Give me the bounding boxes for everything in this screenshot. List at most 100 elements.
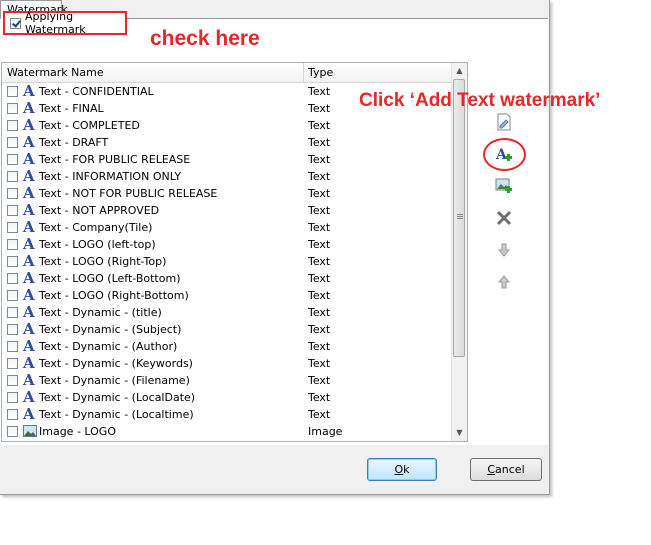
text-icon: A [23,82,35,100]
vertical-scrollbar[interactable]: ▲ ▼ [451,63,467,441]
list-item[interactable]: A Text - Dynamic - (Keywords) Text [2,355,451,372]
row-type: Text [308,102,331,115]
list-item[interactable]: A Text - Dynamic - (Localtime) Text [2,406,451,423]
row-type: Text [308,204,331,217]
row-checkbox[interactable] [7,222,18,233]
text-icon: A [23,286,35,304]
row-name: Text - Dynamic - (title) [39,306,162,319]
row-name: Text - Dynamic - (Keywords) [39,357,193,370]
list-item[interactable]: A Text - Company(Tile) Text [2,219,451,236]
add-image-watermark-button[interactable] [494,176,514,196]
text-icon: A [23,269,35,287]
row-checkbox[interactable] [7,307,18,318]
row-name: Text - LOGO (left-top) [39,238,156,251]
list-header: Watermark Name Type [2,63,451,83]
row-name: Text - DRAFT [39,136,109,149]
row-type: Text [308,170,331,183]
text-icon: A [23,405,35,423]
row-name: Text - CONFIDENTIAL [39,85,154,98]
ok-button[interactable]: Ok [367,458,437,481]
annotation-click-add-text: Click ‘Add Text watermark’ [359,90,601,111]
list-item[interactable]: A Text - LOGO (Left-Bottom) Text [2,270,451,287]
scroll-up-arrow-icon[interactable]: ▲ [452,63,467,78]
row-type: Text [308,306,331,319]
list-item[interactable]: A Text - Dynamic - (LocalDate) Text [2,389,451,406]
row-checkbox[interactable] [7,341,18,352]
row-type: Text [308,289,331,302]
applying-watermark-checkbox-row[interactable]: Applying Watermark [3,10,127,36]
row-type: Text [308,119,331,132]
add-image-watermark-icon [495,178,512,193]
row-checkbox[interactable] [7,375,18,386]
column-header-type[interactable]: Type [308,66,333,79]
text-icon: A [23,116,35,134]
row-name: Image - LOGO [39,425,116,438]
row-checkbox[interactable] [7,324,18,335]
list-item[interactable]: A Text - LOGO (left-top) Text [2,236,451,253]
row-type: Text [308,391,331,404]
row-checkbox[interactable] [7,171,18,182]
row-name: Text - LOGO (Left-Bottom) [39,272,181,285]
row-checkbox[interactable] [7,409,18,420]
applying-watermark-checkbox[interactable] [10,17,21,29]
text-icon: A [23,388,35,406]
move-up-icon [497,275,511,289]
edit-watermark-icon [497,113,511,131]
row-type: Text [308,238,331,251]
row-checkbox[interactable] [7,392,18,403]
move-up-button[interactable] [494,272,514,292]
row-checkbox[interactable] [7,103,18,114]
cancel-button[interactable]: Cancel [470,458,542,481]
list-item[interactable]: A Text - NOT APPROVED Text [2,202,451,219]
row-checkbox[interactable] [7,239,18,250]
list-item[interactable]: A Text - INFORMATION ONLY Text [2,168,451,185]
list-item[interactable]: A Text - Dynamic - (Author) Text [2,338,451,355]
move-down-button[interactable] [494,240,514,260]
add-text-watermark-icon: A [495,147,512,163]
list-item[interactable]: A Text - LOGO (Right-Bottom) Text [2,287,451,304]
text-icon: A [23,235,35,253]
row-checkbox[interactable] [7,273,18,284]
text-icon: A [23,320,35,338]
row-type: Text [308,374,331,387]
list-item[interactable]: Image - LOGO Image [2,423,451,440]
list-item[interactable]: A Text - FOR PUBLIC RELEASE Text [2,151,451,168]
row-checkbox[interactable] [7,205,18,216]
text-icon: A [23,354,35,372]
delete-watermark-button[interactable] [494,208,514,228]
watermark-dialog: Watermark Applying Watermark Watermark N… [0,0,550,495]
row-name: Text - INFORMATION ONLY [39,170,182,183]
list-item[interactable]: A Text - NOT FOR PUBLIC RELEASE Text [2,185,451,202]
row-checkbox[interactable] [7,137,18,148]
list-item[interactable]: A Text - Dynamic - (Filename) Text [2,372,451,389]
row-checkbox[interactable] [7,188,18,199]
list-item[interactable]: A Text - LOGO (Right-Top) Text [2,253,451,270]
row-checkbox[interactable] [7,154,18,165]
row-checkbox[interactable] [7,256,18,267]
row-name: Text - Dynamic - (LocalDate) [39,391,196,404]
row-type: Text [308,153,331,166]
row-type: Text [308,357,331,370]
list-item[interactable]: A Text - Dynamic - (Subject) Text [2,321,451,338]
row-type: Text [308,272,331,285]
list-item[interactable]: A Text - Dynamic - (title) Text [2,304,451,321]
scroll-down-arrow-icon[interactable]: ▼ [452,425,467,440]
applying-watermark-label: Applying Watermark [25,10,86,36]
list-item[interactable]: A Text - DRAFT Text [2,134,451,151]
row-name: Text - NOT FOR PUBLIC RELEASE [39,187,218,200]
row-checkbox[interactable] [7,290,18,301]
edit-watermark-button[interactable] [494,112,514,132]
column-separator[interactable] [303,63,304,82]
row-checkbox[interactable] [7,120,18,131]
row-checkbox[interactable] [7,86,18,97]
row-checkbox[interactable] [7,358,18,369]
list-rows: A Text - CONFIDENTIAL Text A Text - FINAL Tex… [2,83,451,440]
text-icon: A [23,167,35,185]
text-icon: A [23,303,35,321]
row-type: Image [308,425,343,438]
scroll-thumb[interactable] [453,79,465,357]
row-checkbox[interactable] [7,426,18,437]
add-text-watermark-button[interactable]: A [494,145,514,165]
list-item[interactable]: A Text - COMPLETED Text [2,117,451,134]
column-header-name[interactable]: Watermark Name [7,66,104,79]
